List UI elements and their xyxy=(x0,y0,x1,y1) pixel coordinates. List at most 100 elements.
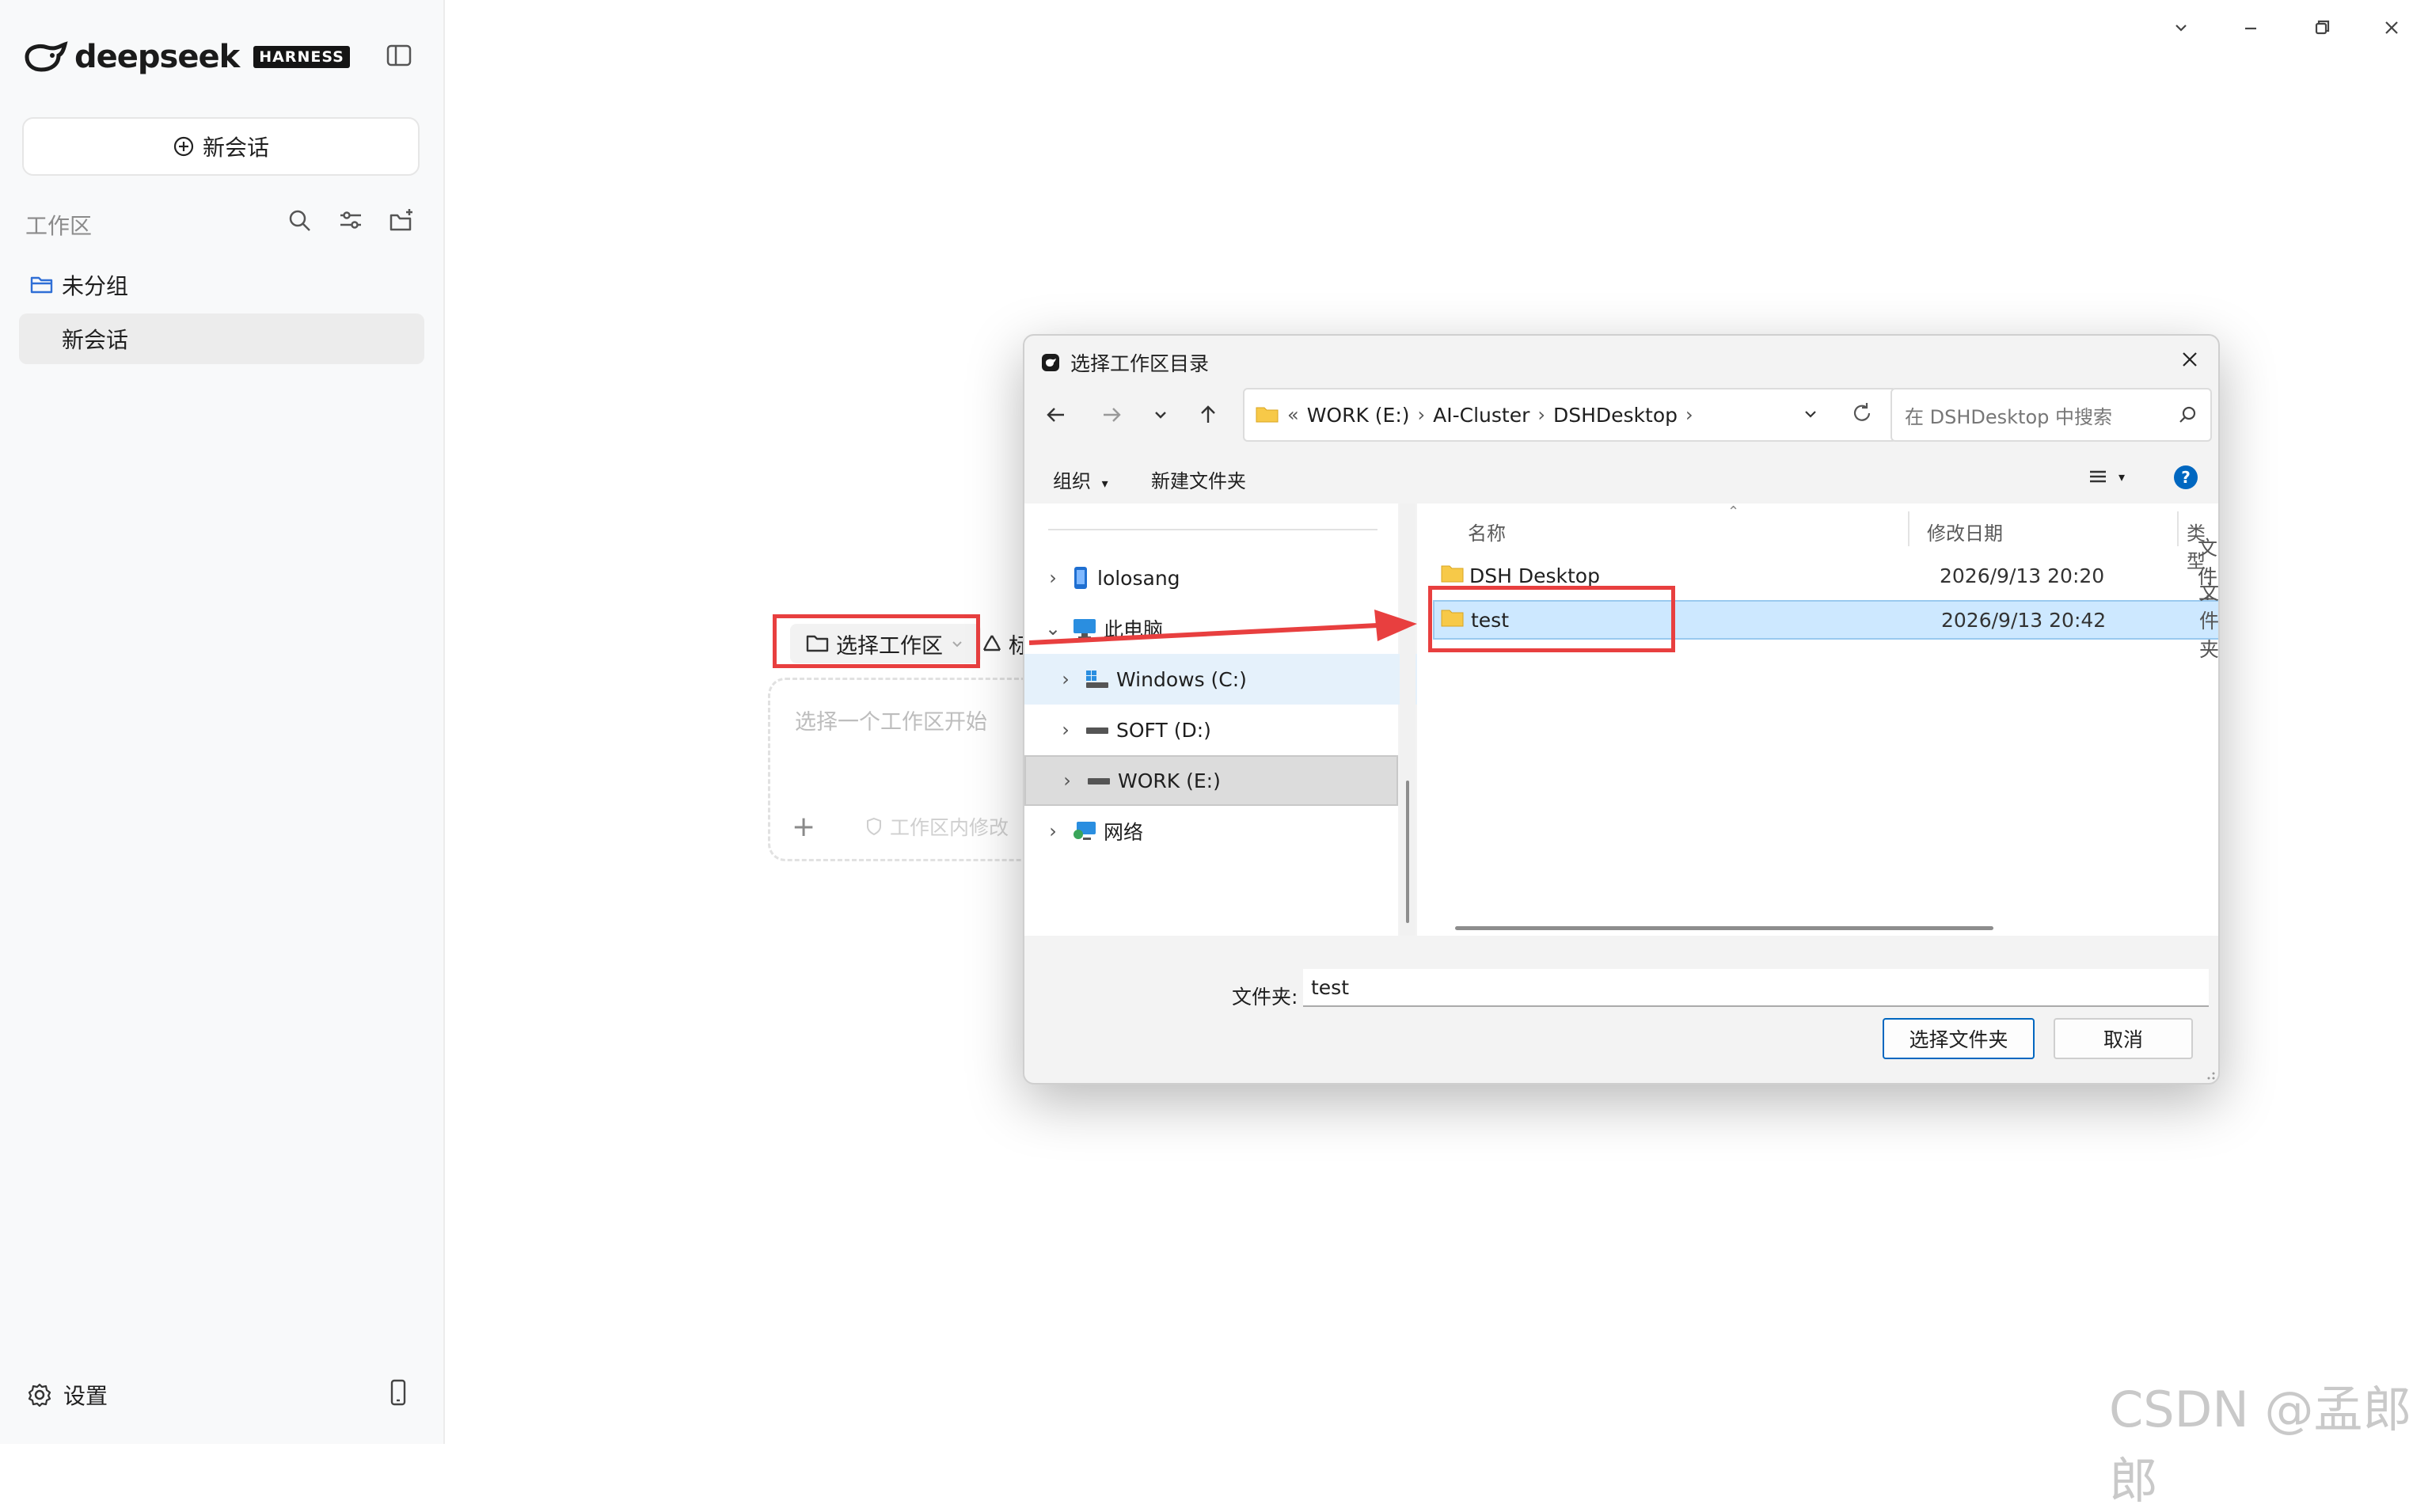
nav-divider xyxy=(1048,529,1378,530)
list-view-icon xyxy=(2087,465,2109,488)
nav-item-work-e[interactable]: › WORK (E:) xyxy=(1024,755,1398,806)
folder-icon xyxy=(1441,564,1465,584)
arrow-up-icon xyxy=(1195,402,1221,427)
address-bar[interactable]: « WORK (E:) › AI-Cluster › DSHDesktop › xyxy=(1243,388,1897,442)
restore-icon xyxy=(2310,16,2350,40)
file-name: DSH Desktop xyxy=(1469,564,1600,587)
restore-button[interactable] xyxy=(2310,16,2350,47)
test-folder-highlight xyxy=(1428,586,1675,652)
horizontal-scrollbar[interactable] xyxy=(1455,926,1993,930)
logo-wordmark: deepseek xyxy=(74,39,240,75)
group-label: 未分组 xyxy=(62,273,129,299)
help-button[interactable]: ? xyxy=(2172,464,2199,491)
network-icon xyxy=(1072,820,1097,842)
search-workspace-button[interactable] xyxy=(287,207,315,236)
chevron-down-icon xyxy=(2169,16,2209,40)
up-button[interactable] xyxy=(1195,402,1221,427)
new-folder-button[interactable]: 新建文件夹 xyxy=(1151,465,1246,493)
address-history-button[interactable] xyxy=(1799,402,1822,426)
svg-text:?: ? xyxy=(2181,468,2191,487)
scrollbar-thumb[interactable] xyxy=(1406,781,1409,923)
sliders-icon xyxy=(337,207,366,234)
refresh-icon xyxy=(1849,401,1875,426)
sidebar-toggle-button[interactable] xyxy=(385,41,416,73)
view-options-button[interactable]: ▾ xyxy=(2087,465,2125,488)
navigation-pane: › lolosang ⌄ 此电脑 › Windows (C:) › SOFT (… xyxy=(1024,503,1431,936)
search-icon xyxy=(2177,405,2198,425)
attach-button[interactable]: + xyxy=(792,811,815,843)
forward-button[interactable] xyxy=(1099,402,1124,427)
sidebar: deepseek HARNESS 新会话 工作区 未分组 新会话 设置 xyxy=(0,0,445,1444)
recycle-icon xyxy=(980,633,1004,656)
folder-search-box[interactable]: 在 DSHDesktop 中搜索 xyxy=(1890,388,2212,442)
column-divider xyxy=(2177,511,2179,546)
search-icon xyxy=(287,207,315,234)
add-folder-button[interactable] xyxy=(388,207,416,236)
navigation-scrollbar[interactable] xyxy=(1400,503,1416,936)
nav-item-lolosang[interactable]: › lolosang xyxy=(1024,553,1419,603)
group-ungrouped[interactable]: 未分组 xyxy=(30,269,128,301)
breadcrumb-overflow: « xyxy=(1287,404,1299,426)
chevron-right-icon: › xyxy=(1049,820,1057,842)
refresh-button[interactable] xyxy=(1849,401,1875,426)
close-icon xyxy=(2380,16,2419,40)
minimize-button[interactable] xyxy=(2239,16,2278,47)
select-folder-button[interactable]: 选择文件夹 xyxy=(1883,1018,2035,1059)
column-header-name[interactable]: 名称 xyxy=(1468,518,1506,545)
prompt-placeholder: 选择一个工作区开始 xyxy=(795,710,987,735)
close-window-button[interactable] xyxy=(2380,16,2419,47)
workspace-modify-toggle[interactable]: 工作区内修改 xyxy=(864,812,1009,841)
gear-icon xyxy=(27,1382,52,1408)
new-chat-button[interactable]: 新会话 xyxy=(22,117,420,176)
dialog-close-button[interactable] xyxy=(2177,347,2202,372)
nav-item-soft-d[interactable]: › SOFT (D:) xyxy=(1024,705,1431,755)
drive-icon xyxy=(1086,770,1112,791)
column-divider xyxy=(1908,511,1910,546)
chevron-right-icon: › xyxy=(1062,719,1070,741)
chevron-right-icon: › xyxy=(1063,769,1071,792)
help-icon: ? xyxy=(2172,464,2199,491)
folder-name-value: test xyxy=(1311,975,1350,999)
mobile-button[interactable] xyxy=(388,1379,408,1406)
chevron-right-icon: › xyxy=(1049,567,1057,589)
shield-icon xyxy=(864,817,884,836)
chevron-down-icon xyxy=(1799,402,1822,426)
chevron-right-icon: › xyxy=(1537,404,1545,426)
dialog-title: 选择工作区目录 xyxy=(1070,352,1210,375)
workspace-modify-label: 工作区内修改 xyxy=(890,816,1009,839)
nav-item-network[interactable]: › 网络 xyxy=(1024,806,1419,857)
organize-menu[interactable]: 组织 ▾ xyxy=(1053,465,1108,493)
annotation-arrow xyxy=(1029,610,1417,645)
recent-locations-button[interactable] xyxy=(1148,402,1173,427)
search-placeholder: 在 DSHDesktop 中搜索 xyxy=(1905,405,2112,428)
window-menu-button[interactable] xyxy=(2169,16,2209,47)
whale-logo-icon xyxy=(24,41,68,73)
breadcrumb-item-drive[interactable]: WORK (E:) xyxy=(1307,404,1410,427)
breadcrumb-item-cluster[interactable]: AI-Cluster xyxy=(1433,404,1530,427)
file-date: 2026/9/13 20:42 xyxy=(1941,608,2107,632)
smartphone-icon xyxy=(388,1379,408,1406)
resize-grip-icon[interactable] xyxy=(2201,1066,2217,1081)
plus-circle-icon xyxy=(173,135,195,158)
close-icon xyxy=(2177,347,2202,372)
windows-drive-icon xyxy=(1085,669,1110,690)
breadcrumb-item-current[interactable]: DSHDesktop xyxy=(1553,404,1678,427)
drive-icon xyxy=(1085,720,1110,740)
chevron-right-icon: › xyxy=(1417,404,1426,426)
column-header-date[interactable]: 修改日期 xyxy=(1927,518,2003,545)
chat-list-item[interactable]: 新会话 xyxy=(19,313,424,364)
dropdown-arrow-icon: ▾ xyxy=(2118,469,2126,484)
settings-button[interactable]: 设置 xyxy=(27,1379,108,1411)
filter-workspace-button[interactable] xyxy=(337,207,366,236)
nav-item-label: lolosang xyxy=(1097,566,1180,590)
folder-field-label: 文件夹: xyxy=(1232,986,1298,1009)
folder-open-icon xyxy=(30,275,54,295)
folder-name-input[interactable]: test xyxy=(1303,969,2209,1007)
nav-item-label: Windows (C:) xyxy=(1116,667,1247,691)
file-date: 2026/9/13 20:20 xyxy=(1940,564,2105,587)
chevron-down-icon xyxy=(1148,402,1173,427)
arrow-right-icon xyxy=(1099,402,1124,427)
folder-plus-icon xyxy=(388,207,416,234)
cancel-button[interactable]: 取消 xyxy=(2054,1018,2193,1059)
back-button[interactable] xyxy=(1043,402,1069,427)
